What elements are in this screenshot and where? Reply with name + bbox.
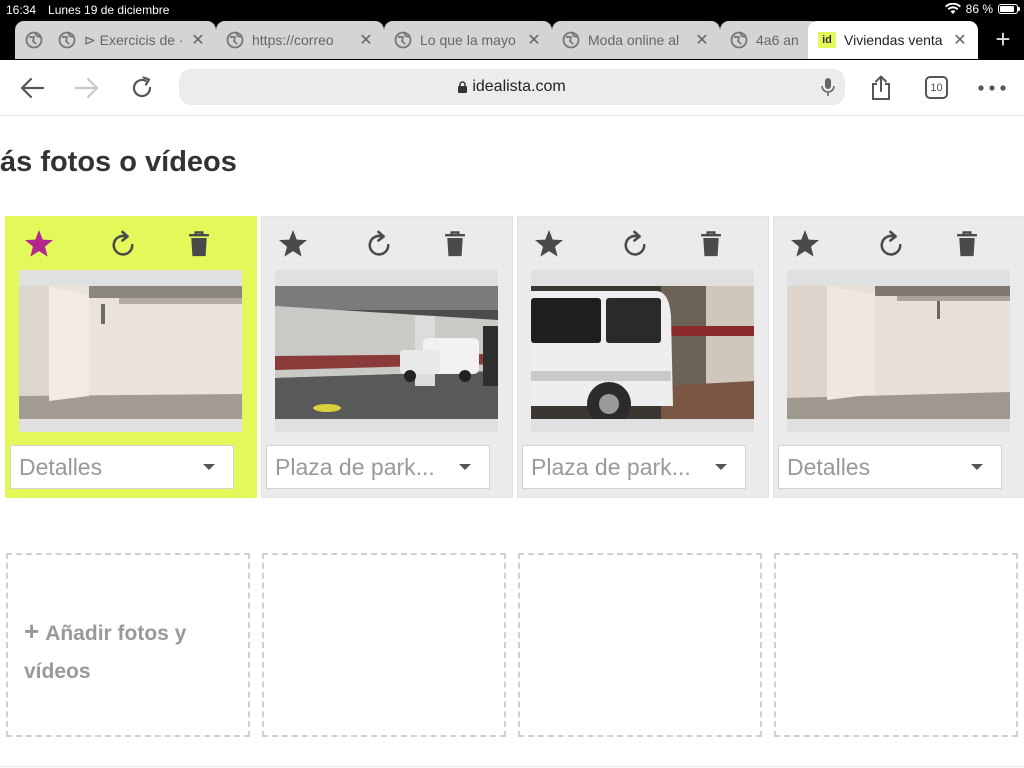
tab-active[interactable]: id Viviendas venta ✕ [808, 21, 978, 59]
idealista-favicon: id [818, 32, 836, 48]
tab-title: Viviendas venta [844, 32, 943, 48]
trash-icon[interactable] [950, 227, 984, 261]
browser-toolbar: idealista.com 10 [0, 60, 1024, 116]
back-button[interactable] [16, 72, 48, 104]
rotate-icon[interactable] [874, 227, 908, 261]
caret-down-icon [971, 464, 983, 470]
empty-media-slot[interactable] [262, 553, 506, 737]
tab-title: ⊳ Exercicis de · [84, 31, 184, 48]
tab-strip: ⊳ Exercicis de · ✕ https://correo ✕ Lo q… [0, 20, 1024, 60]
battery-icon [998, 4, 1020, 14]
rotate-icon[interactable] [362, 227, 396, 261]
caret-down-icon [459, 464, 471, 470]
photo-tag-select[interactable]: Detalles [778, 445, 1002, 489]
photo-tag-select[interactable]: Detalles [10, 445, 234, 489]
parking-van-photo [275, 286, 498, 419]
address-bar[interactable]: idealista.com [179, 69, 845, 105]
status-time: 16:34 [6, 3, 37, 17]
share-icon [872, 75, 890, 100]
photo-frame [19, 270, 242, 432]
photo-card: Plaza de park... [517, 216, 769, 498]
photo-tag-value: Plaza de park... [275, 453, 435, 480]
photo-thumbnail[interactable] [275, 286, 498, 419]
globe-icon [730, 31, 748, 49]
caret-down-icon [715, 464, 727, 470]
star-icon[interactable] [788, 227, 822, 261]
status-bar: 16:34 Lunes 19 de diciembre 86 % [0, 0, 1024, 20]
microphone-icon[interactable] [821, 77, 835, 97]
globe-icon [394, 31, 412, 49]
photo-frame [787, 270, 1010, 432]
battery-percent: 86 % [965, 2, 993, 16]
forward-arrow-icon [74, 77, 99, 99]
share-button[interactable] [865, 72, 897, 104]
photo-tag-select[interactable]: Plaza de park... [266, 445, 490, 489]
tab-title: Moda online al [588, 32, 680, 48]
divider [0, 766, 1024, 767]
photo-tag-value: Detalles [19, 453, 103, 480]
close-icon[interactable]: ✕ [190, 30, 206, 50]
close-icon[interactable]: ✕ [358, 30, 374, 50]
photo-card: Plaza de park... [261, 216, 513, 498]
photo-card: Detalles [773, 216, 1024, 498]
photo-tag-select[interactable]: Plaza de park... [522, 445, 746, 489]
star-icon[interactable] [276, 227, 310, 261]
more-dots-icon [978, 85, 1006, 91]
tab-1[interactable]: ⊳ Exercicis de · ✕ [48, 21, 216, 59]
tab-5[interactable]: 4a6 an [720, 21, 820, 59]
photo-frame [275, 270, 498, 432]
reload-button[interactable] [126, 72, 158, 104]
tab-count-button[interactable]: 10 [925, 76, 948, 99]
photo-frame [531, 270, 754, 432]
photo-thumbnail[interactable] [531, 286, 754, 419]
empty-media-slot[interactable] [518, 553, 762, 737]
plus-icon: + [24, 616, 40, 646]
trash-icon[interactable] [694, 227, 728, 261]
star-icon[interactable] [532, 227, 566, 261]
trash-icon[interactable] [438, 227, 472, 261]
tab-title: https://correo [252, 32, 334, 48]
tab-title: 4a6 an [756, 32, 799, 48]
star-icon[interactable] [22, 227, 56, 261]
photo-card: Detalles [5, 216, 257, 498]
photo-tag-value: Plaza de park... [531, 453, 691, 480]
status-indicators: 86 % [944, 2, 1020, 16]
tab-2[interactable]: https://correo ✕ [216, 21, 384, 59]
add-media-label: Añadir fotos y vídeos [24, 622, 187, 683]
more-menu-button[interactable] [976, 72, 1008, 104]
tab-4[interactable]: Moda online al ✕ [552, 21, 720, 59]
status-date: Lunes 19 de diciembre [48, 3, 170, 17]
empty-garage-photo [19, 286, 242, 419]
caret-down-icon [203, 464, 215, 470]
close-icon[interactable]: ✕ [694, 30, 710, 50]
close-icon[interactable]: ✕ [952, 30, 968, 50]
reload-icon [132, 76, 152, 98]
trash-icon[interactable] [182, 227, 216, 261]
rotate-icon[interactable] [618, 227, 652, 261]
wifi-icon [944, 3, 961, 14]
globe-icon [562, 31, 580, 49]
back-arrow-icon [20, 77, 45, 99]
forward-button[interactable] [71, 72, 103, 104]
empty-garage-photo [787, 286, 1010, 419]
rotate-icon[interactable] [106, 227, 140, 261]
van-closeup-photo [531, 286, 754, 419]
globe-icon [58, 31, 76, 49]
photo-tag-value: Detalles [787, 453, 871, 480]
add-media-button[interactable]: + Añadir fotos y vídeos [24, 612, 234, 691]
globe-icon [226, 31, 244, 49]
url-text: idealista.com [472, 78, 566, 95]
photo-thumbnail[interactable] [19, 286, 242, 419]
new-tab-button[interactable]: + [992, 26, 1014, 52]
lock-icon [458, 81, 468, 93]
close-icon[interactable]: ✕ [526, 30, 542, 50]
page-heading: ás fotos o vídeos [0, 146, 237, 178]
tab-3[interactable]: Lo que la mayo ✕ [384, 21, 552, 59]
tab-title: Lo que la mayo [420, 32, 516, 48]
globe-icon [25, 31, 43, 49]
photo-thumbnail[interactable] [787, 286, 1010, 419]
empty-media-slot[interactable] [774, 553, 1018, 737]
